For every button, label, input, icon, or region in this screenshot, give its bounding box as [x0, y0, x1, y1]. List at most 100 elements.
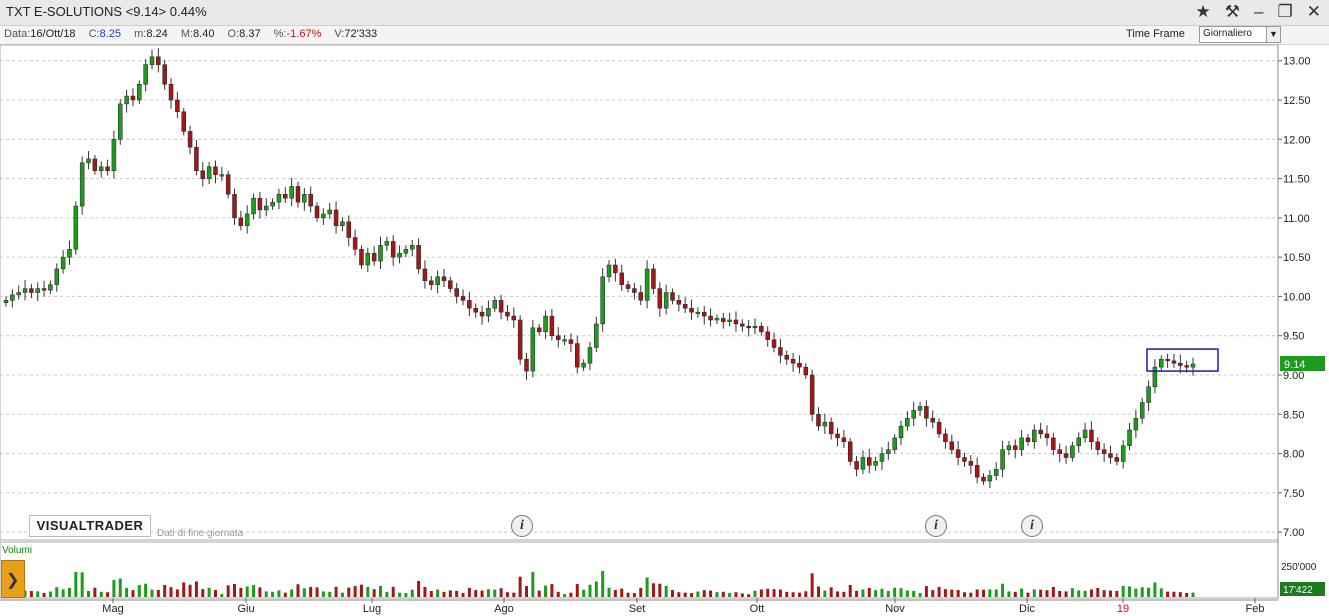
candle-body	[993, 469, 999, 476]
info-icon[interactable]: i	[1021, 515, 1043, 537]
volume-bar	[1096, 587, 1100, 597]
candle-body	[924, 406, 929, 419]
volume-bar	[429, 590, 433, 597]
volume-bar	[156, 590, 160, 597]
candle-body	[549, 315, 555, 336]
volume-bar	[455, 590, 459, 597]
volume-bar	[810, 573, 814, 597]
candle-body	[1101, 449, 1107, 454]
volume-bar	[1026, 592, 1030, 597]
volume-bar	[537, 590, 541, 597]
volume-bar	[201, 589, 205, 597]
candle-body	[943, 433, 948, 443]
volume-bar	[118, 578, 122, 597]
candle-body	[835, 433, 840, 439]
volume-bar	[886, 590, 890, 597]
volume-bar	[347, 587, 351, 597]
volume-bar	[588, 584, 592, 597]
candle-body	[778, 347, 783, 356]
volume-bar	[880, 588, 884, 597]
y-tick-label: 10.50	[1283, 252, 1311, 264]
candle-body	[905, 417, 910, 427]
candle-body	[435, 276, 440, 285]
candle-body	[606, 264, 612, 278]
volume-bar	[137, 585, 141, 597]
candle-body	[276, 194, 282, 203]
volume-bar	[163, 584, 167, 597]
volume-bar	[594, 581, 598, 597]
volume-bar	[302, 588, 306, 597]
panel-expander-button[interactable]: ❯	[1, 560, 25, 598]
volume-bar	[480, 590, 484, 597]
info-icon[interactable]: i	[925, 515, 947, 537]
volume-bar	[271, 591, 275, 597]
y-tick-label: 7.50	[1283, 488, 1304, 500]
volume-bar	[861, 589, 865, 597]
volume-bar	[1089, 589, 1093, 597]
volume-bar	[410, 589, 414, 597]
candle-body	[1013, 445, 1018, 450]
volume-bar	[391, 586, 395, 597]
candle-body	[3, 300, 9, 303]
volume-bar	[696, 591, 700, 597]
candle-body	[867, 457, 872, 466]
candle-body	[968, 461, 974, 466]
volume-bar	[353, 586, 357, 597]
volume-bar	[702, 590, 706, 597]
candle-body	[448, 280, 453, 289]
x-tick-label: Dic	[1019, 603, 1035, 615]
volume-bar	[290, 589, 294, 597]
candle-body	[1025, 437, 1031, 443]
candle-body	[156, 56, 161, 65]
y-tick-label: 9.00	[1283, 370, 1304, 382]
candle-body	[1057, 449, 1062, 454]
volume-bar	[518, 576, 522, 597]
volume-bar	[1007, 591, 1011, 597]
candle-body	[1063, 453, 1069, 458]
volume-bar	[125, 587, 129, 597]
candle-body	[181, 111, 186, 132]
volume-bar	[1172, 591, 1176, 597]
volume-bar	[715, 592, 719, 597]
candle-body	[213, 166, 218, 175]
volume-bar	[658, 583, 662, 597]
volume-bar	[296, 584, 300, 597]
candle-body	[92, 158, 98, 171]
volume-bar	[1147, 587, 1151, 597]
volume-bar	[239, 587, 243, 597]
volume-bar	[42, 592, 46, 597]
candle-body	[124, 95, 129, 105]
candle-body	[143, 64, 148, 85]
candle-body	[454, 288, 459, 297]
candle-body	[746, 326, 751, 329]
candle-body	[841, 437, 847, 443]
candle-body	[1159, 359, 1164, 368]
volume-bar	[1140, 587, 1144, 597]
candle-body	[759, 326, 764, 333]
candle-body	[333, 209, 339, 226]
volume-bar	[912, 590, 916, 597]
volume-bar	[943, 589, 947, 597]
volume-bar	[379, 585, 383, 597]
volume-bar	[721, 591, 725, 597]
volume-bar	[759, 589, 763, 597]
volume-bar	[1178, 592, 1182, 597]
info-icon[interactable]: i	[511, 515, 533, 537]
volume-bar	[766, 588, 770, 597]
x-tick-label: 19	[1117, 603, 1129, 615]
volume-bar	[842, 591, 846, 597]
candle-body	[1146, 386, 1151, 403]
candle-body	[974, 465, 980, 478]
candle-body	[651, 268, 656, 289]
candle-body	[803, 366, 809, 376]
candle-body	[352, 237, 358, 250]
price-chart[interactable]: 13.00 12.50 12.00 11.50 11.00 10.50 10.00 9.50 9…	[0, 0, 1329, 616]
volume-bar	[1001, 583, 1005, 597]
candle-body	[886, 449, 891, 454]
candle-body	[714, 318, 720, 321]
candle-body	[498, 300, 504, 313]
volume-bar	[80, 572, 84, 597]
volume-bar	[36, 591, 40, 597]
volume-bar	[855, 590, 859, 597]
volume-bar	[309, 586, 313, 597]
